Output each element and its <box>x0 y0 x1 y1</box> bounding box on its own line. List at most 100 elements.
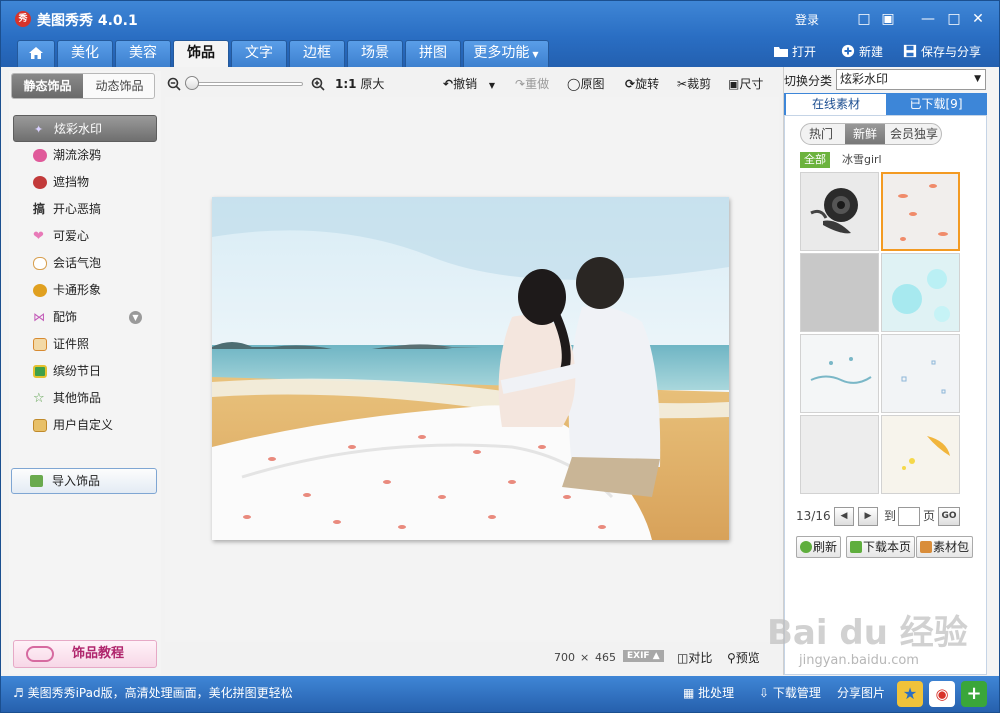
category-label: 缤纷节日 <box>53 364 102 378</box>
tab-collage[interactable]: 拼图 <box>405 40 461 67</box>
category-item-watermark[interactable]: ✦ 炫彩水印 <box>13 115 157 142</box>
category-item-id-photo[interactable]: 证件照 <box>9 331 161 358</box>
maximize-icon[interactable]: □ <box>943 9 965 29</box>
zoom-slider-thumb[interactable] <box>185 76 199 90</box>
redo-button[interactable]: ↷重做 <box>515 75 549 93</box>
category-item-festival[interactable]: 缤纷节日 <box>9 358 161 385</box>
tab-text[interactable]: 文字 <box>231 40 287 67</box>
accessory-tutorial-button[interactable]: 饰品教程 <box>13 640 157 668</box>
tab-online-materials[interactable]: 在线素材 <box>786 94 886 115</box>
login-link[interactable]: 登录 <box>795 11 819 28</box>
category-item-other[interactable]: ☆ 其他饰品 <box>9 385 161 412</box>
material-thumb[interactable] <box>881 334 960 413</box>
material-pack-label: 素材包 <box>933 540 970 554</box>
category-item-prank[interactable]: 搞 开心恶搞 <box>9 196 161 223</box>
tab-animated-accessories[interactable]: 动态饰品 <box>84 74 155 98</box>
next-page-button[interactable]: ▶ <box>858 507 878 526</box>
zoom-slider-track[interactable] <box>185 82 303 86</box>
tag-snow-girl[interactable]: 冰雪girl <box>842 152 882 168</box>
prev-page-button[interactable]: ◀ <box>834 507 854 526</box>
tab-scene[interactable]: 场景 <box>347 40 403 67</box>
tab-beautify[interactable]: 美化 <box>57 40 113 67</box>
undo-button[interactable]: ↶撤销 ▼ <box>443 75 495 95</box>
category-item-heart[interactable]: ❤ 可爱心 <box>9 223 161 250</box>
category-item-graffiti[interactable]: 潮流涂鸦 <box>9 142 161 169</box>
speaker-icon: ♬ <box>13 686 24 700</box>
zoom-out-icon[interactable] <box>167 77 181 91</box>
material-thumb[interactable] <box>800 253 879 332</box>
compare-label: 对比 <box>688 651 713 665</box>
category-item-cartoon[interactable]: 卡通形象 <box>9 277 161 304</box>
category-item-speech-bubble[interactable]: 会话气泡 <box>9 250 161 277</box>
material-thumb[interactable] <box>800 334 879 413</box>
tab-home[interactable] <box>17 40 55 67</box>
minimize-icon[interactable]: — <box>917 9 939 29</box>
tab-static-accessories[interactable]: 静态饰品 <box>12 74 83 98</box>
glow-thumbnail <box>892 269 950 322</box>
ratio-label: 1:1 <box>335 77 357 91</box>
download-page-button[interactable]: 下载本页 <box>846 536 916 558</box>
material-thumb[interactable] <box>881 415 960 494</box>
feedback-icon[interactable]: □ <box>853 9 875 29</box>
material-thumb-selected[interactable] <box>881 172 960 251</box>
image-width: 700 <box>554 651 575 664</box>
add-share-icon[interactable]: + <box>961 681 987 707</box>
resize-button[interactable]: ▣尺寸 <box>728 75 763 93</box>
skin-icon[interactable]: ▣ <box>877 9 899 29</box>
category-select[interactable]: 炫彩水印 ▼ <box>836 69 986 90</box>
filter-hot[interactable]: 热门 <box>801 124 841 144</box>
switch-category-label: 切换分类 <box>784 74 833 88</box>
photo-beach-couple[interactable] <box>212 197 729 540</box>
preview-label: 预览 <box>735 651 760 665</box>
gift-icon <box>33 365 47 378</box>
tag-all[interactable]: 全部 <box>800 152 830 168</box>
material-pack-button[interactable]: 素材包 <box>916 536 974 558</box>
close-icon[interactable]: ✕ <box>967 9 989 29</box>
main-nav: 美化 美容 饰品 文字 边框 场景 拼图 更多功能 ▼ 打开 新建 保存与分享 <box>1 37 999 67</box>
refresh-button[interactable]: 刷新 <box>796 536 842 558</box>
save-share-button[interactable]: 保存与分享 <box>902 42 981 62</box>
editing-canvas[interactable] <box>165 97 779 642</box>
expand-more-icon[interactable]: ▼ <box>129 311 142 324</box>
batch-process-button[interactable]: ▦ 批处理 <box>683 684 734 702</box>
download-manager-button[interactable]: ⇩ 下载管理 <box>759 684 821 702</box>
material-thumb[interactable] <box>800 172 879 251</box>
import-icon <box>30 475 43 487</box>
app-window: 秀 美图秀秀 4.0.1 登录 □ ▣ — □ ✕ 美化 美容 饰品 文字 边框… <box>0 0 1000 713</box>
filter-new[interactable]: 新鲜 <box>845 124 885 144</box>
heart-icon: ❤ <box>33 229 44 244</box>
promo-message[interactable]: ♬ 美图秀秀iPad版，高清处理画面，美化拼图更轻松 <box>13 684 293 702</box>
tab-frame[interactable]: 边框 <box>289 40 345 67</box>
plus-circle-icon <box>841 44 855 58</box>
open-button[interactable]: 打开 <box>773 42 816 62</box>
new-button[interactable]: 新建 <box>840 42 883 62</box>
undo-icon: ↶ <box>443 77 454 91</box>
qzone-star-icon[interactable]: ★ <box>897 681 923 707</box>
zoom-in-icon[interactable] <box>311 77 325 91</box>
rotate-button[interactable]: ⟳旋转 <box>625 75 659 93</box>
id-photo-icon <box>33 338 47 351</box>
material-thumb[interactable] <box>800 415 879 494</box>
page-number-input[interactable] <box>898 507 920 526</box>
category-item-mask[interactable]: 遮挡物 <box>9 169 161 196</box>
chevron-down-icon[interactable]: ▼ <box>489 81 495 90</box>
crop-button[interactable]: ✂裁剪 <box>677 75 711 93</box>
original-size-button[interactable]: 1:1 原大 <box>335 75 384 93</box>
filter-member[interactable]: 会员独享 <box>887 124 941 144</box>
preview-button[interactable]: ⚲预览 <box>727 649 760 666</box>
exif-button[interactable]: EXIF ▲ <box>623 650 664 662</box>
tab-downloaded[interactable]: 已下载[9] <box>886 94 986 115</box>
edit-toolbar: 1:1 原大 ↶撤销 ▼ ↷重做 ◯原图 ⟳旋转 ✂裁剪 ▣尺寸 <box>165 71 779 97</box>
tab-beauty[interactable]: 美容 <box>115 40 171 67</box>
original-image-button[interactable]: ◯原图 <box>567 75 604 93</box>
category-item-custom[interactable]: 用户自定义 <box>9 412 161 439</box>
compare-button[interactable]: ◫对比 <box>677 649 712 666</box>
tab-accessories[interactable]: 饰品 <box>173 40 229 67</box>
import-accessory-button[interactable]: 导入饰品 <box>11 468 157 494</box>
material-thumb[interactable] <box>881 253 960 332</box>
weibo-icon[interactable]: ◉ <box>929 681 955 707</box>
share-photo-button[interactable]: 分享图片 <box>837 684 885 702</box>
go-button[interactable]: GO <box>938 507 960 526</box>
category-item-accessory[interactable]: ⋈ 配饰 ▼ <box>9 304 161 331</box>
tab-more[interactable]: 更多功能 ▼ <box>463 40 549 67</box>
